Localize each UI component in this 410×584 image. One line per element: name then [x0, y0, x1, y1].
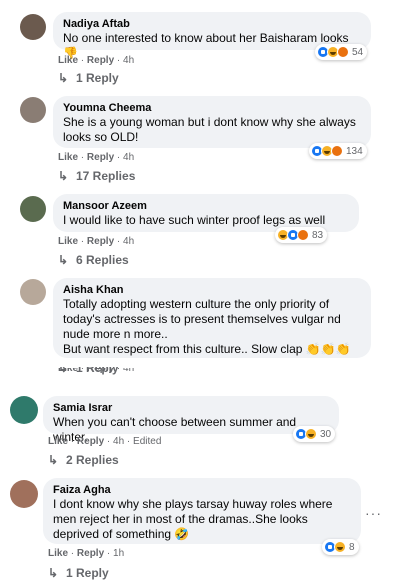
view-replies[interactable]: ↳ 6 Replies — [58, 253, 129, 268]
reply-arrow-icon: ↳ — [48, 453, 59, 467]
reaction-count: 134 — [346, 145, 363, 157]
reaction-count: 54 — [352, 46, 364, 58]
reply-arrow-icon: ↳ — [48, 566, 59, 580]
haha-icon — [334, 541, 346, 553]
timestamp[interactable]: 4h — [123, 236, 134, 247]
reply-link[interactable]: Reply — [87, 236, 114, 247]
timestamp[interactable]: 4h — [123, 368, 134, 374]
like-link[interactable]: Like — [58, 152, 78, 163]
like-link[interactable]: Like — [48, 436, 68, 447]
timestamp[interactable]: 4h — [123, 55, 134, 66]
reaction-count: 8 — [349, 541, 355, 553]
comment-meta: Like · Reply · 1h — [48, 548, 125, 559]
clap-emoji: 👏👏👏 — [305, 342, 351, 356]
reply-link[interactable]: Reply — [87, 55, 114, 66]
reaction-count: 83 — [312, 229, 324, 241]
author-name[interactable]: Aisha Khan — [63, 283, 361, 297]
haha-icon — [305, 428, 317, 440]
view-replies[interactable]: ↳ 1 Reply — [48, 566, 109, 581]
comment-text: Totally adopting western culture the onl… — [63, 297, 361, 357]
reactions-badge[interactable]: 8 — [322, 539, 359, 555]
edited-label[interactable]: Edited — [133, 436, 161, 447]
reply-arrow-icon: ↳ — [58, 169, 69, 183]
angry-icon — [297, 229, 309, 241]
reactions-badge[interactable]: 54 — [315, 44, 368, 60]
angry-icon — [331, 145, 343, 157]
reactions-badge[interactable]: 134 — [309, 143, 367, 159]
replies-count[interactable]: 2 Replies — [66, 453, 119, 468]
replies-count[interactable]: 1 Reply — [76, 367, 119, 376]
reply-arrow-icon: ↳ — [58, 367, 69, 375]
comment-meta: Like · Reply · 4h · Edited — [48, 436, 162, 447]
comment-bubble: Youmna Cheema She is a young woman but i… — [53, 96, 371, 148]
angry-icon — [337, 46, 349, 58]
avatar[interactable] — [20, 279, 46, 305]
reply-link[interactable]: Reply — [77, 436, 104, 447]
reactions-badge[interactable]: 30 — [293, 426, 336, 442]
comment-bubble: Faiza Agha I dont know why she plays tar… — [43, 478, 361, 544]
view-replies[interactable]: ↳ 17 Replies — [58, 169, 135, 184]
like-link[interactable]: Like — [48, 548, 68, 559]
author-name[interactable]: Nadiya Aftab — [63, 17, 361, 31]
replies-count[interactable]: 6 Replies — [76, 253, 129, 268]
avatar[interactable] — [20, 196, 46, 222]
reply-link[interactable]: Reply — [77, 548, 104, 559]
replies-count[interactable]: 1 Reply — [76, 71, 119, 86]
reaction-count: 30 — [320, 428, 332, 440]
avatar[interactable] — [10, 480, 38, 508]
author-name[interactable]: Faiza Agha — [53, 483, 351, 497]
comment-body: Totally adopting western culture the onl… — [63, 297, 341, 356]
timestamp[interactable]: 4h — [123, 152, 134, 163]
comment-meta: Like · Reply · 4h — [58, 236, 135, 247]
reply-link[interactable]: Reply — [87, 152, 114, 163]
more-options-icon[interactable]: ··· — [365, 505, 382, 521]
reactions-badge[interactable]: 83 — [275, 227, 328, 243]
avatar[interactable] — [20, 97, 46, 123]
timestamp[interactable]: 4h — [113, 436, 124, 447]
replies-count[interactable]: 17 Replies — [76, 169, 135, 184]
avatar[interactable] — [10, 396, 38, 424]
comment-text: She is a young woman but i dont know why… — [63, 115, 360, 144]
comment-bubble: Aisha Khan Totally adopting western cult… — [53, 278, 371, 358]
timestamp[interactable]: 1h — [113, 548, 124, 559]
author-name[interactable]: Samia Israr — [53, 401, 329, 415]
author-name[interactable]: Youmna Cheema — [63, 101, 361, 115]
view-replies[interactable]: ↳ 2 Replies — [48, 453, 119, 468]
author-name[interactable]: Mansoor Azeem — [63, 199, 349, 213]
replies-count[interactable]: 1 Reply — [66, 566, 109, 581]
comment-meta: Like · Reply · 4h — [58, 55, 135, 66]
avatar[interactable] — [20, 14, 46, 40]
reply-arrow-icon: ↳ — [58, 253, 69, 267]
comment-text: I dont know why she plays tarsay huway r… — [53, 497, 336, 541]
like-link[interactable]: Like — [58, 55, 78, 66]
view-replies[interactable]: ↳ 1 Reply — [58, 367, 119, 376]
comment-meta: Like · Reply · 4h — [58, 152, 135, 163]
comment-text: I would like to have such winter proof l… — [63, 213, 326, 227]
reply-arrow-icon: ↳ — [58, 71, 69, 85]
view-replies[interactable]: ↳ 1 Reply — [58, 71, 119, 86]
like-link[interactable]: Like — [58, 236, 78, 247]
